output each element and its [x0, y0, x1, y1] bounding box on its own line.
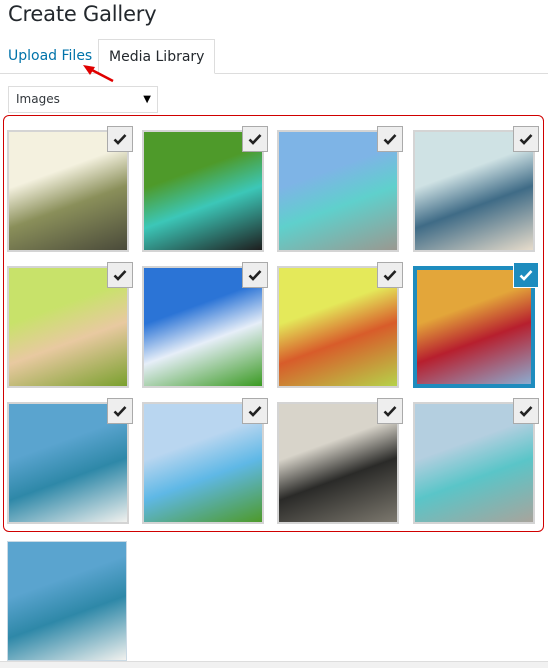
selection-checkbox[interactable] [377, 262, 403, 288]
checkmark-icon [113, 406, 127, 417]
selection-checkbox[interactable] [513, 398, 539, 424]
selection-checkbox[interactable] [513, 262, 539, 288]
thumbnail-image [8, 542, 126, 660]
selection-checkbox[interactable] [513, 126, 539, 152]
checkmark-icon [519, 134, 533, 145]
media-type-filter[interactable]: Images ▼ [8, 86, 158, 113]
checkmark-icon [383, 134, 397, 145]
checkmark-icon [519, 270, 533, 281]
checkmark-icon [248, 134, 262, 145]
selection-checkbox[interactable] [377, 398, 403, 424]
selection-checkbox[interactable] [242, 262, 268, 288]
checkmark-icon [248, 406, 262, 417]
checkmark-icon [113, 134, 127, 145]
selection-checkbox[interactable] [107, 262, 133, 288]
annotation-arrow-icon [83, 65, 114, 83]
selection-checkbox[interactable] [377, 126, 403, 152]
page-title: Create Gallery [8, 2, 157, 26]
checkmark-icon [383, 270, 397, 281]
checkmark-icon [519, 406, 533, 417]
filter-selected-value: Images [16, 92, 60, 106]
selection-checkbox[interactable] [107, 398, 133, 424]
checkmark-icon [113, 270, 127, 281]
checkmark-icon [248, 270, 262, 281]
selection-checkbox[interactable] [242, 398, 268, 424]
selection-checkbox[interactable] [107, 126, 133, 152]
standalone-media-thumbnail[interactable] [7, 541, 127, 661]
checkmark-icon [383, 406, 397, 417]
dropdown-caret-icon: ▼ [143, 94, 151, 105]
selection-checkbox[interactable] [242, 126, 268, 152]
